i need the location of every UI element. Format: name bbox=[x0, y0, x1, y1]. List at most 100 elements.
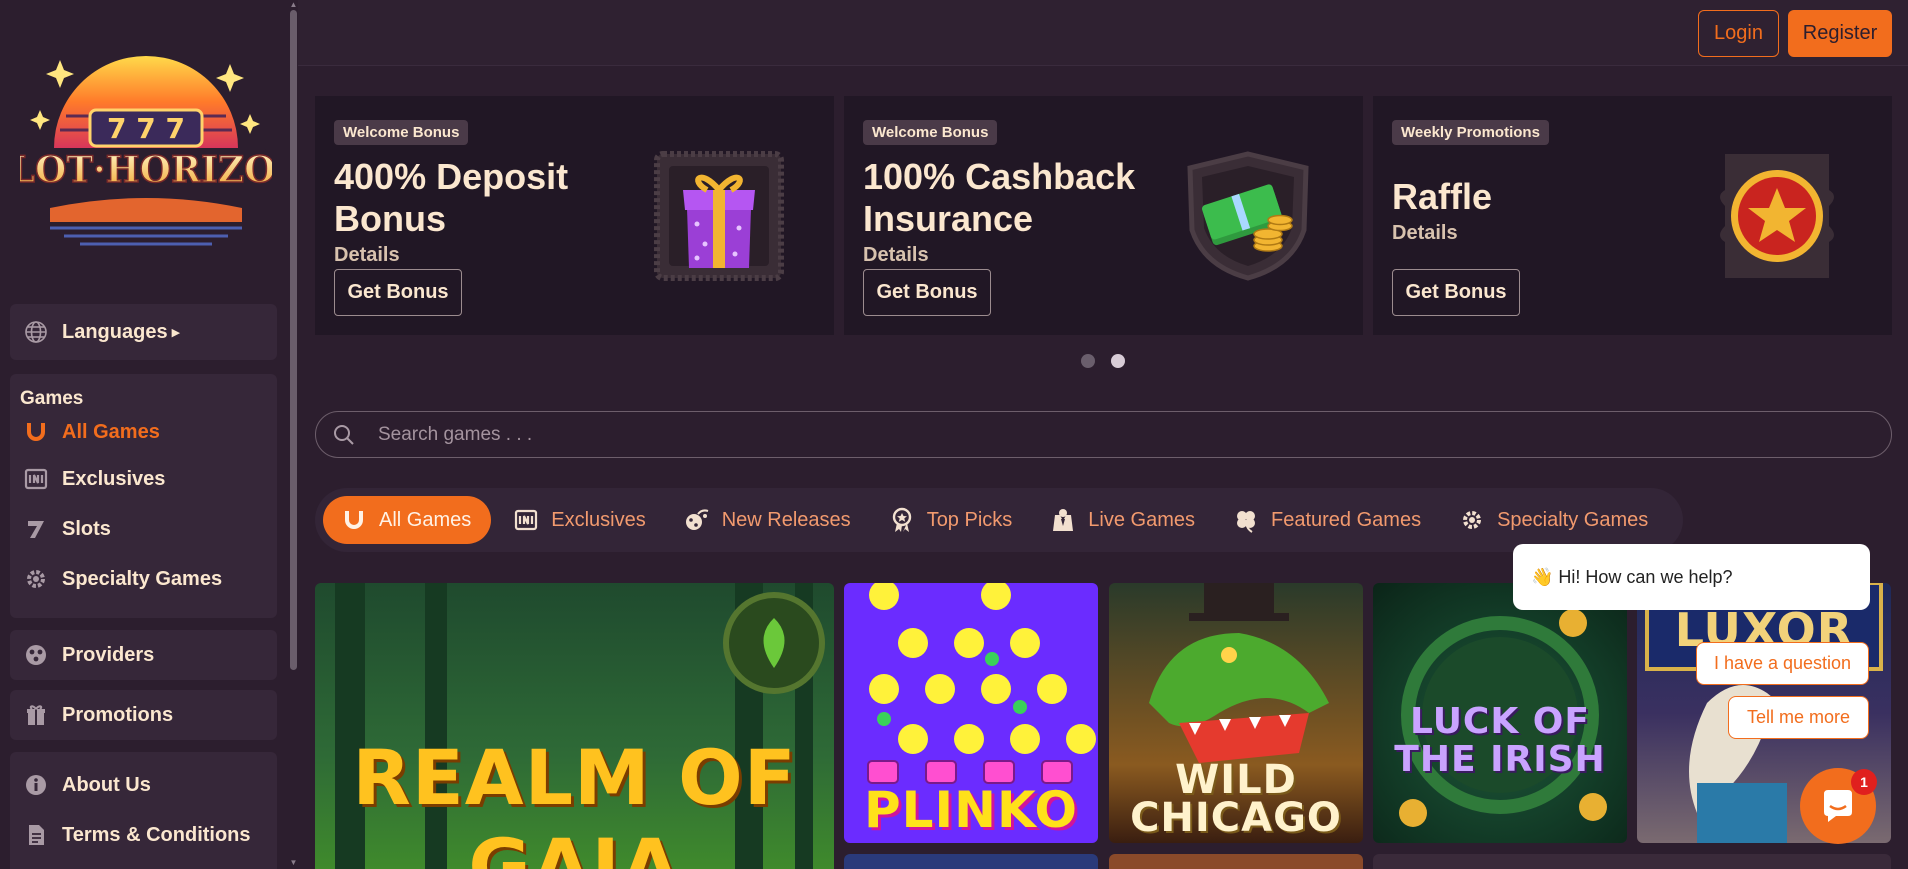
chat-greeting-bubble[interactable]: 👋 Hi! How can we help? bbox=[1513, 544, 1870, 610]
sidebar-scrollbar-thumb[interactable] bbox=[290, 10, 297, 670]
clover-icon bbox=[1233, 507, 1259, 533]
star-medal-icon bbox=[1720, 154, 1834, 278]
gift-icon bbox=[22, 701, 50, 729]
game-title: WILD CHICAGO bbox=[1130, 757, 1342, 841]
promo-badge: Welcome Bonus bbox=[863, 120, 998, 145]
get-bonus-button[interactable]: Get Bonus bbox=[863, 269, 991, 316]
sidebar-item-providers[interactable]: Providers bbox=[10, 630, 277, 680]
promo-card-cashback[interactable]: Welcome Bonus 100% Cashback Insurance De… bbox=[844, 96, 1363, 335]
carousel-pagination bbox=[1081, 354, 1125, 368]
games-nav-card: Games All Games Exclusives Slots Special… bbox=[10, 374, 277, 618]
tab-label: Live Games bbox=[1088, 508, 1195, 531]
game-tile-realm-of-gaia[interactable]: REALM OF GAIA bbox=[315, 583, 834, 869]
get-bonus-button[interactable]: Get Bonus bbox=[1392, 269, 1520, 316]
tab-all-games[interactable]: All Games bbox=[323, 496, 492, 544]
chat-option-question[interactable]: I have a question bbox=[1696, 642, 1869, 685]
sidebar-item-label: Providers bbox=[62, 643, 155, 666]
get-bonus-button[interactable]: Get Bonus bbox=[334, 269, 462, 316]
sidebar-item-label: Exclusives bbox=[62, 467, 166, 490]
info-icon bbox=[22, 771, 50, 799]
sidebar-item-terms[interactable]: Terms & Conditions bbox=[10, 810, 277, 860]
slot-horizon-logo[interactable]: 7 7 7 SLOT·HORIZON bbox=[20, 30, 272, 270]
exclusive-icon bbox=[513, 507, 539, 533]
promotions-card: Promotions bbox=[10, 690, 277, 740]
promo-details-link[interactable]: Details bbox=[1392, 222, 1458, 245]
sidebar-item-label: Specialty Games bbox=[62, 567, 223, 590]
logo-text: SLOT·HORIZON bbox=[20, 149, 272, 191]
promo-card-deposit-bonus[interactable]: Welcome Bonus 400% Deposit Bonus Details… bbox=[315, 96, 834, 335]
carousel-dot-2[interactable] bbox=[1111, 354, 1125, 368]
games-heading: Games bbox=[20, 388, 84, 409]
gift-box-icon bbox=[654, 151, 784, 281]
game-category-tabs: All Games Exclusives New Releases Top Pi… bbox=[315, 488, 1683, 552]
chat-bubble-icon bbox=[1824, 790, 1852, 822]
sidebar-item-label: Slots bbox=[62, 517, 111, 540]
tab-new-releases[interactable]: New Releases bbox=[668, 496, 867, 544]
game-tile-luck-of-the-irish[interactable]: LUCK OF THE IRISH bbox=[1373, 583, 1627, 843]
game-tile-row2-3[interactable] bbox=[1373, 854, 1891, 869]
sidebar-item-label: Terms & Conditions bbox=[62, 823, 251, 846]
scroll-down-arrow[interactable]: ▼ bbox=[289, 859, 298, 867]
award-icon bbox=[889, 507, 915, 533]
new-releases-icon bbox=[684, 507, 710, 533]
sidebar-item-label: All Games bbox=[62, 420, 160, 443]
promo-badge: Welcome Bonus bbox=[334, 120, 469, 145]
tab-specialty-games[interactable]: Specialty Games bbox=[1443, 496, 1664, 544]
sidebar: 7 7 7 SLOT·HORIZON Languages ▶ Games bbox=[0, 0, 288, 869]
sidebar-item-exclusives[interactable]: Exclusives bbox=[10, 454, 277, 504]
info-card: About Us Terms & Conditions bbox=[10, 752, 277, 869]
tab-top-picks[interactable]: Top Picks bbox=[873, 496, 1029, 544]
tab-live-games[interactable]: Live Games bbox=[1034, 496, 1211, 544]
login-button[interactable]: Login bbox=[1698, 10, 1779, 57]
chat-unread-badge: 1 bbox=[1851, 769, 1877, 795]
exclusive-icon bbox=[22, 465, 50, 493]
gear-icon bbox=[22, 565, 50, 593]
game-tile-row2-1[interactable] bbox=[844, 854, 1098, 869]
top-header bbox=[298, 0, 1908, 66]
tab-exclusives[interactable]: Exclusives bbox=[497, 496, 661, 544]
sidebar-item-slots[interactable]: Slots bbox=[10, 504, 277, 554]
chat-option-tell-more[interactable]: Tell me more bbox=[1728, 696, 1869, 739]
globe-icon bbox=[22, 318, 50, 346]
tab-label: Featured Games bbox=[1271, 508, 1422, 531]
tab-label: Top Picks bbox=[926, 508, 1013, 531]
live-dealer-icon bbox=[1050, 507, 1076, 533]
svg-text:7 7 7: 7 7 7 bbox=[107, 112, 185, 145]
languages-selector[interactable]: Languages ▶ bbox=[10, 304, 277, 360]
document-icon bbox=[22, 821, 50, 849]
scroll-up-arrow[interactable]: ▲ bbox=[289, 1, 298, 9]
promo-title: 400% Deposit Bonus bbox=[334, 156, 569, 239]
tab-label: Exclusives bbox=[551, 508, 646, 531]
providers-icon bbox=[22, 641, 50, 669]
game-tile-row2-2[interactable] bbox=[1109, 854, 1363, 869]
game-tile-plinko[interactable]: PLINKO bbox=[844, 583, 1098, 843]
promo-title: 100% Cashback Insurance bbox=[863, 156, 1136, 239]
horseshoe-icon bbox=[22, 418, 50, 446]
tab-label: Specialty Games bbox=[1497, 508, 1649, 531]
game-tile-wild-chicago[interactable]: WILD CHICAGO bbox=[1109, 583, 1363, 843]
providers-card: Providers bbox=[10, 630, 277, 680]
search-input[interactable] bbox=[378, 423, 1891, 446]
sidebar-item-specialty-games[interactable]: Specialty Games bbox=[10, 554, 277, 604]
languages-card: Languages ▶ bbox=[10, 304, 277, 360]
carousel-dot-1[interactable] bbox=[1081, 354, 1095, 368]
promo-details-link[interactable]: Details bbox=[334, 244, 400, 267]
sidebar-item-promotions[interactable]: Promotions bbox=[10, 690, 277, 740]
game-title: PLINKO bbox=[864, 781, 1078, 839]
languages-label: Languages bbox=[62, 320, 168, 343]
sidebar-item-all-games[interactable]: All Games bbox=[10, 410, 277, 454]
promo-title: Raffle bbox=[1392, 176, 1493, 217]
game-title: REALM OF GAIA bbox=[352, 733, 797, 869]
promo-card-raffle[interactable]: Weekly Promotions Raffle Details Get Bon… bbox=[1373, 96, 1892, 335]
caret-right-icon: ▶ bbox=[171, 326, 181, 339]
tab-label: New Releases bbox=[721, 508, 851, 531]
sidebar-item-about-us[interactable]: About Us bbox=[10, 760, 277, 810]
tab-featured-games[interactable]: Featured Games bbox=[1217, 496, 1437, 544]
register-button[interactable]: Register bbox=[1788, 10, 1892, 57]
tab-label: All Games bbox=[379, 508, 472, 531]
promo-badge: Weekly Promotions bbox=[1392, 120, 1549, 145]
seven-icon bbox=[22, 515, 50, 543]
sidebar-item-label: About Us bbox=[62, 773, 151, 796]
money-stack-icon bbox=[1187, 151, 1309, 281]
promo-details-link[interactable]: Details bbox=[863, 244, 929, 267]
